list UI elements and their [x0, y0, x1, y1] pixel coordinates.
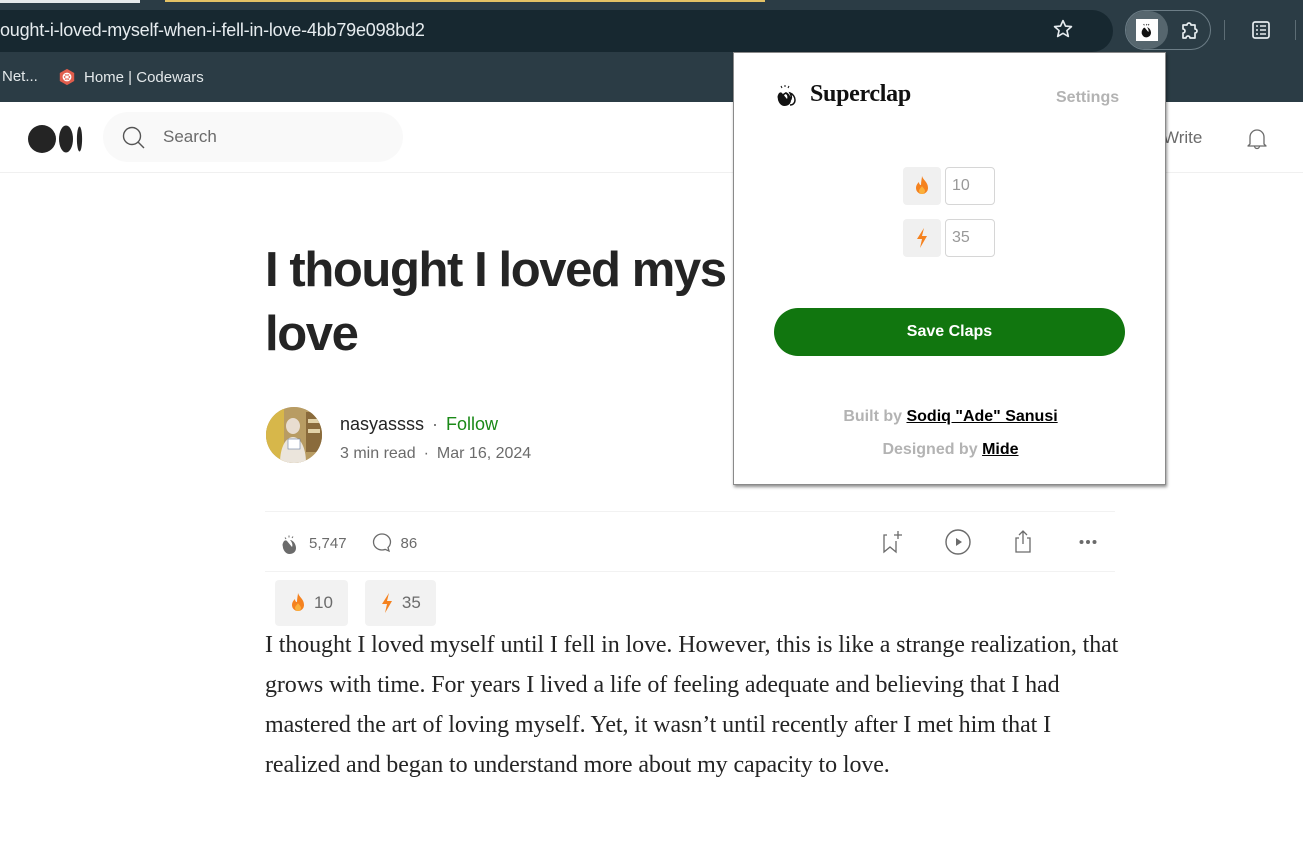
lightning-clap-value: 35	[401, 593, 421, 612]
lightning-icon	[381, 593, 392, 613]
popup-brand-name: Superclap	[810, 81, 911, 107]
url-text[interactable]: ought-i-loved-myself-when-i-fell-in-love…	[0, 20, 425, 41]
fire-clap-row	[903, 167, 995, 205]
designed-by-prefix: Designed by	[882, 441, 978, 458]
article-paragraph: I thought I loved myself until I fell in…	[265, 632, 1119, 778]
lightning-clap-chip[interactable]: 35	[364, 580, 436, 626]
tab-strip	[0, 0, 1303, 10]
built-by-credit: Built by Sodiq "Ade" Sanusi	[734, 408, 1167, 426]
bookmark-label: Home | Codewars	[84, 68, 204, 86]
author-name[interactable]: nasyassss	[340, 414, 424, 434]
author-avatar[interactable]	[266, 407, 322, 463]
article-title-line: love	[265, 307, 359, 361]
lightning-badge	[903, 219, 941, 257]
bookmark-item[interactable]: Net...	[2, 68, 38, 85]
save-bookmark-icon[interactable]	[879, 528, 907, 556]
settings-link[interactable]: Settings	[1056, 89, 1119, 107]
browser-toolbar: ought-i-loved-myself-when-i-fell-in-love…	[0, 10, 1303, 53]
follow-button[interactable]: Follow	[446, 414, 498, 434]
more-options-icon[interactable]	[1074, 528, 1102, 556]
lightning-clap-row	[903, 219, 995, 257]
search-input[interactable]	[163, 124, 383, 150]
bookmark-label: Net...	[2, 68, 38, 85]
separator-dot: ·	[423, 445, 429, 462]
fire-clap-value: 10	[314, 593, 333, 612]
search-bar[interactable]	[103, 112, 403, 162]
popup-brand: Superclap	[774, 81, 911, 108]
address-bar[interactable]: ought-i-loved-myself-when-i-fell-in-love…	[0, 10, 1113, 52]
designed-by-author-link[interactable]: Mide	[982, 441, 1018, 458]
clap-logo-icon	[777, 84, 796, 106]
bookmark-item-codewars[interactable]: Home | Codewars	[58, 68, 204, 86]
extensions-puzzle-icon[interactable]	[1178, 19, 1202, 43]
reading-list-icon[interactable]	[1249, 18, 1273, 42]
comment-icon[interactable]	[369, 530, 395, 556]
article-title-line: I thought I loved mys	[265, 243, 727, 297]
superclap-extension-icon[interactable]	[1136, 19, 1158, 41]
fire-badge	[903, 167, 941, 205]
built-by-author-link[interactable]: Sodiq "Ade" Sanusi	[906, 408, 1057, 425]
fire-icon	[292, 593, 304, 611]
article-action-bar: 5,747 86	[265, 511, 1115, 572]
superclap-popup: Superclap Settings Save Claps Built by S…	[733, 52, 1166, 485]
search-icon	[122, 126, 145, 149]
codewars-icon	[59, 68, 75, 86]
superclap-extension-button[interactable]	[1126, 11, 1168, 49]
comment-count: 86	[400, 534, 418, 552]
clap-count: 5,747	[309, 534, 347, 552]
extensions-group	[1125, 10, 1211, 50]
fire-icon	[916, 176, 928, 194]
notifications-bell-icon[interactable]	[1243, 124, 1271, 152]
fire-clap-chip[interactable]: 10	[275, 580, 348, 626]
save-claps-button[interactable]: Save Claps	[774, 308, 1125, 356]
built-by-prefix: Built by	[843, 408, 903, 425]
listen-play-icon[interactable]	[944, 528, 972, 556]
bookmark-star-icon[interactable]	[1052, 18, 1074, 40]
author-line: nasyassss · Follow	[340, 414, 498, 435]
read-time: 3 min read	[340, 445, 416, 462]
lightning-clap-input[interactable]	[945, 219, 995, 257]
tab-loading-indicator	[165, 0, 765, 2]
toolbar-divider	[1224, 20, 1225, 40]
clap-icon[interactable]	[277, 530, 303, 556]
write-link[interactable]: Write	[1163, 128, 1202, 148]
lightning-icon	[917, 228, 927, 248]
medium-logo[interactable]	[28, 124, 84, 154]
separator-dot: ·	[432, 414, 439, 434]
publish-date: Mar 16, 2024	[436, 445, 532, 462]
engagement-stats: 5,747 86	[277, 530, 439, 556]
tab-inactive[interactable]	[0, 0, 140, 3]
article-meta: 3 min read · Mar 16, 2024	[340, 445, 531, 463]
superclap-chips: 10 35	[275, 580, 453, 626]
toolbar-divider	[1295, 20, 1296, 40]
share-icon[interactable]	[1009, 528, 1037, 556]
fire-clap-input[interactable]	[945, 167, 995, 205]
avatar-photo	[266, 407, 322, 463]
designed-by-credit: Designed by Mide	[734, 441, 1167, 459]
